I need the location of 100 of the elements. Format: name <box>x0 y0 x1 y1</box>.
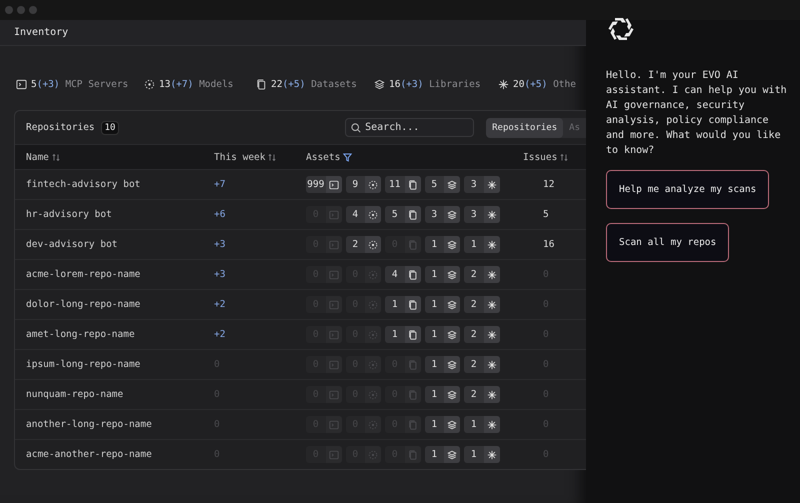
asset-chip: 1 <box>424 326 460 343</box>
view-tab[interactable]: Repositories <box>486 118 564 138</box>
asset-chip: 1 <box>424 236 460 253</box>
terminal-icon <box>328 330 338 340</box>
asset-chip: 5 <box>424 176 460 193</box>
asset-chip: 1 <box>424 416 460 433</box>
week-change: +2 <box>214 299 226 310</box>
asset-chip: 5 <box>385 206 420 223</box>
asset-chip: 1 <box>424 386 460 403</box>
asterisk-icon <box>486 420 496 430</box>
documents-icon <box>408 450 418 460</box>
page-title: Inventory <box>14 27 68 38</box>
asterisk-icon <box>486 180 496 190</box>
layers-icon <box>447 390 457 400</box>
sort-icon[interactable] <box>52 152 60 162</box>
repo-name[interactable]: another-long-repo-name <box>26 419 152 430</box>
layers-icon <box>447 180 457 190</box>
repo-name[interactable]: nunquam-repo-name <box>26 389 124 400</box>
asterisk-icon <box>498 78 509 90</box>
dotted-circle-icon <box>368 420 378 430</box>
asset-chip: 2 <box>346 236 381 253</box>
documents-icon <box>256 78 267 90</box>
stat-label: 13(+7) Models <box>159 78 234 90</box>
layers-icon <box>447 300 457 310</box>
issue-count: 5 <box>543 209 549 220</box>
asset-chip: 2 <box>464 266 500 283</box>
search-icon <box>351 122 362 132</box>
asterisk-icon <box>486 450 496 460</box>
layers-icon <box>374 78 385 90</box>
asterisk-icon <box>486 240 496 250</box>
week-change: +3 <box>214 239 226 250</box>
asset-chip: 3 <box>464 176 500 193</box>
asterisk-icon <box>486 360 496 370</box>
asset-chip: 1 <box>464 446 500 463</box>
week-change: +6 <box>214 209 226 220</box>
search-field[interactable]: Search... <box>345 118 474 137</box>
dotted-circle-icon <box>368 240 378 250</box>
dotted-circle-icon <box>144 78 155 90</box>
column-header[interactable]: Issues <box>523 152 568 162</box>
asset-chip: 1 <box>424 266 460 283</box>
asset-chip: 3 <box>464 206 500 223</box>
terminal-icon <box>328 180 338 190</box>
dotted-circle-icon <box>368 390 378 400</box>
layers-icon <box>447 270 457 280</box>
dotted-circle-icon <box>368 300 378 310</box>
terminal-icon <box>328 420 338 430</box>
dotted-circle-icon <box>368 270 378 280</box>
repo-name[interactable]: acme-lorem-repo-name <box>26 269 140 280</box>
count-badge: 10 <box>100 120 120 134</box>
repo-name[interactable]: amet-long-repo-name <box>26 329 135 340</box>
layers-icon <box>447 450 457 460</box>
documents-icon <box>408 360 418 370</box>
asset-chip: 999 <box>306 176 342 193</box>
repo-name[interactable]: hr-advisory bot <box>26 209 112 220</box>
asset-chip: 4 <box>346 206 381 223</box>
dotted-circle-icon <box>368 180 378 190</box>
column-header[interactable]: Name <box>26 152 60 162</box>
asset-chip: 1 <box>385 296 420 313</box>
column-header[interactable]: This week <box>214 152 276 162</box>
dotted-circle-icon <box>368 360 378 370</box>
asset-chip: 3 <box>424 206 460 223</box>
card-title: Repositories <box>26 122 95 133</box>
terminal-icon <box>328 390 338 400</box>
sort-icon[interactable] <box>268 152 276 162</box>
documents-icon <box>408 180 418 190</box>
documents-icon <box>408 330 418 340</box>
issue-count: 16 <box>543 239 554 250</box>
documents-icon <box>408 270 418 280</box>
asset-chip: 1 <box>464 416 500 433</box>
issue-count: 12 <box>543 179 554 190</box>
assistant-message: Hello. I'm your EVO AI assistant. I can help you with AI governance, security analysis, policy compliance and more. What would you like to know? <box>606 69 788 158</box>
asset-chip: 1 <box>464 236 500 253</box>
week-change: +7 <box>214 179 226 190</box>
suggestion-button[interactable]: Scan all my repos <box>606 223 730 262</box>
asset-chip: 1 <box>424 356 460 373</box>
filter-icon[interactable] <box>343 152 352 162</box>
terminal-icon <box>328 240 338 250</box>
column-header[interactable]: Assets <box>306 152 352 162</box>
stat-label: 20(+5) Othe <box>513 78 576 90</box>
terminal-icon <box>328 210 338 220</box>
layers-icon <box>447 360 457 370</box>
terminal-icon <box>16 78 27 90</box>
asset-chip: 1 <box>424 446 460 463</box>
repo-name[interactable]: acme-another-repo-name <box>26 449 152 460</box>
sort-icon[interactable] <box>560 152 568 162</box>
repo-name[interactable]: fintech-advisory bot <box>26 179 140 190</box>
asterisk-icon <box>486 210 496 220</box>
dotted-circle-icon <box>368 450 378 460</box>
week-change: +2 <box>214 329 226 340</box>
repo-name[interactable]: dev-advisory bot <box>26 239 118 250</box>
asterisk-icon <box>486 270 496 280</box>
asset-chip: 11 <box>385 176 420 193</box>
repo-name[interactable]: ipsum-long-repo-name <box>26 359 140 370</box>
asset-chip: 1 <box>424 296 460 313</box>
asset-chip: 2 <box>464 356 500 373</box>
documents-icon <box>408 300 418 310</box>
suggestion-button[interactable]: Help me analyze my scans <box>606 170 770 209</box>
repo-name[interactable]: dolor-long-repo-name <box>26 299 140 310</box>
stat-label: 5(+3) MCP Servers <box>31 78 128 90</box>
layers-icon <box>447 420 457 430</box>
